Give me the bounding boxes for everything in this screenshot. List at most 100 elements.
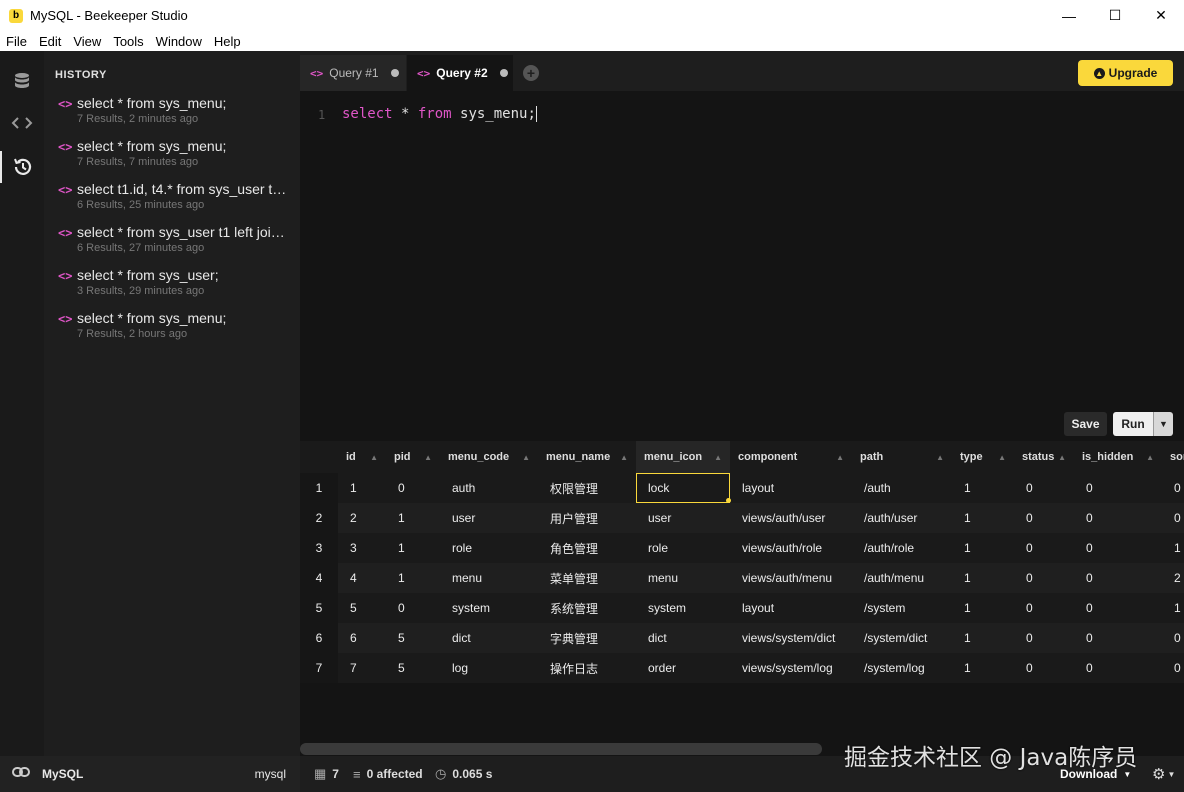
upgrade-button[interactable]: ▲ Upgrade — [1078, 60, 1173, 86]
table-cell[interactable]: order — [636, 653, 730, 683]
table-cell[interactable]: 操作日志 — [538, 653, 636, 683]
table-cell[interactable]: 1 — [952, 593, 1014, 623]
table-cell[interactable]: 1 — [338, 473, 386, 503]
table-cell[interactable]: 0 — [1162, 623, 1184, 653]
table-cell[interactable]: menu — [440, 563, 538, 593]
table-cell[interactable]: /auth/user — [852, 503, 952, 533]
sort-arrow-icon[interactable]: ▲ — [836, 453, 844, 462]
table-cell[interactable]: 0 — [1074, 473, 1162, 503]
history-item[interactable]: <> select * from sys_user t1 left join s… — [44, 222, 300, 265]
table-cell[interactable]: 0 — [1074, 503, 1162, 533]
sort-arrow-icon[interactable]: ▲ — [1058, 453, 1066, 462]
table-cell[interactable]: /auth — [852, 473, 952, 503]
table-cell[interactable]: 1 — [1162, 593, 1184, 623]
results-grid[interactable]: id ▲ pid ▲ menu_code ▲ menu_name ▲ menu_icon ▲ com… — [300, 441, 1184, 756]
table-cell[interactable]: 1 — [952, 623, 1014, 653]
table-cell[interactable]: 0 — [1074, 563, 1162, 593]
table-cell[interactable]: system — [636, 593, 730, 623]
history-icon[interactable] — [0, 151, 44, 183]
history-item[interactable]: <> select * from sys_menu; 7 Results, 2 … — [44, 308, 300, 351]
table-cell[interactable]: 2 — [1162, 563, 1184, 593]
table-cell[interactable]: lock — [636, 473, 730, 503]
tab-query-1[interactable]: <> Query #1 — [300, 55, 406, 91]
table-cell[interactable]: 5 — [338, 593, 386, 623]
sort-arrow-icon[interactable]: ▲ — [998, 453, 1006, 462]
menu-window[interactable]: Window — [150, 34, 208, 49]
table-cell[interactable]: 0 — [1074, 623, 1162, 653]
tab-query-2[interactable]: <> Query #2 — [407, 55, 513, 91]
table-cell[interactable]: 0 — [1074, 533, 1162, 563]
table-cell[interactable]: 0 — [1014, 473, 1074, 503]
table-cell[interactable]: 系统管理 — [538, 593, 636, 623]
sort-arrow-icon[interactable]: ▲ — [620, 453, 628, 462]
table-cell[interactable]: 1 — [952, 563, 1014, 593]
table-cell[interactable]: 0 — [386, 593, 440, 623]
table-cell[interactable]: views/system/dict — [730, 623, 852, 653]
table-cell[interactable]: layout — [730, 593, 852, 623]
table-cell[interactable]: 0 — [1074, 653, 1162, 683]
table-row[interactable]: 4 4 1 menu 菜单管理 menu views/auth/menu/auth/menu… — [300, 563, 1184, 593]
connection-bar[interactable]: MySQL mysql — [0, 756, 300, 792]
table-cell[interactable]: 6 — [338, 623, 386, 653]
table-cell[interactable]: role — [636, 533, 730, 563]
table-row[interactable]: 2 2 1 user 用户管理 user views/auth/user/auth/user… — [300, 503, 1184, 533]
table-cell[interactable]: 0 — [1074, 593, 1162, 623]
table-cell[interactable]: 0 — [1014, 623, 1074, 653]
table-cell[interactable]: system — [440, 593, 538, 623]
table-cell[interactable]: 权限管理 — [538, 473, 636, 503]
table-cell[interactable]: 0 — [1014, 593, 1074, 623]
code-icon[interactable] — [0, 107, 44, 139]
sql-editor[interactable]: 1 select * from sys_menu; Save Run ▼ — [300, 91, 1184, 441]
sort-arrow-icon[interactable]: ▲ — [522, 453, 530, 462]
menu-file[interactable]: File — [0, 34, 33, 49]
history-item[interactable]: <> select * from sys_menu; 7 Results, 2 … — [44, 93, 300, 136]
table-cell[interactable]: /system/dict — [852, 623, 952, 653]
table-cell[interactable]: 2 — [338, 503, 386, 533]
menu-tools[interactable]: Tools — [107, 34, 149, 49]
table-row[interactable]: 5 5 0 system 系统管理 system layout/system 1 0 0 1 — [300, 593, 1184, 623]
column-header-menu-icon[interactable]: menu_icon ▲ — [636, 441, 730, 473]
table-cell[interactable]: 5 — [386, 653, 440, 683]
sort-arrow-icon[interactable]: ▲ — [936, 453, 944, 462]
table-cell[interactable]: 字典管理 — [538, 623, 636, 653]
table-cell[interactable]: 1 — [952, 533, 1014, 563]
table-cell[interactable]: views/auth/role — [730, 533, 852, 563]
run-options-chevron-down-icon[interactable]: ▼ — [1153, 412, 1173, 436]
table-cell[interactable]: dict — [636, 623, 730, 653]
table-cell[interactable]: 4 — [338, 563, 386, 593]
database-icon[interactable] — [0, 65, 44, 97]
column-header-sor[interactable]: sor▲ — [1162, 441, 1184, 473]
table-row[interactable]: 1 1 0 auth 权限管理 lock layout/auth 1 0 0 0 — [300, 473, 1184, 503]
table-cell[interactable]: views/auth/menu — [730, 563, 852, 593]
table-cell[interactable]: 1 — [386, 563, 440, 593]
table-cell[interactable]: 3 — [338, 533, 386, 563]
menu-view[interactable]: View — [67, 34, 107, 49]
column-header-id[interactable]: id ▲ — [338, 441, 386, 473]
table-cell[interactable]: 0 — [1014, 533, 1074, 563]
history-item[interactable]: <> select * from sys_menu; 7 Results, 7 … — [44, 136, 300, 179]
table-cell[interactable]: 1 — [952, 503, 1014, 533]
settings-button[interactable]: ⚙ ▼ — [1152, 756, 1175, 792]
table-cell[interactable]: views/system/log — [730, 653, 852, 683]
column-header-status[interactable]: status ▲ — [1014, 441, 1074, 473]
table-row[interactable]: 7 7 5 log 操作日志 order views/system/log/system/l… — [300, 653, 1184, 683]
table-cell[interactable]: views/auth/user — [730, 503, 852, 533]
history-item[interactable]: <> select t1.id, t4.* from sys_user t1 l… — [44, 179, 300, 222]
save-button[interactable]: Save — [1064, 412, 1107, 436]
column-header-pid[interactable]: pid ▲ — [386, 441, 440, 473]
table-cell[interactable]: 0 — [1014, 503, 1074, 533]
table-cell[interactable]: layout — [730, 473, 852, 503]
column-header-type[interactable]: type ▲ — [952, 441, 1014, 473]
unsaved-dot-icon[interactable] — [499, 69, 508, 77]
sort-arrow-icon[interactable]: ▲ — [424, 453, 432, 462]
table-cell[interactable]: 1 — [386, 533, 440, 563]
table-cell[interactable]: 0 — [1014, 653, 1074, 683]
table-cell[interactable]: user — [636, 503, 730, 533]
table-cell[interactable]: 5 — [386, 623, 440, 653]
unsaved-dot-icon[interactable] — [390, 69, 399, 77]
run-button[interactable]: Run — [1113, 412, 1153, 436]
column-header-path[interactable]: path ▲ — [852, 441, 952, 473]
table-cell[interactable]: 0 — [386, 473, 440, 503]
table-cell[interactable]: auth — [440, 473, 538, 503]
table-cell[interactable]: 角色管理 — [538, 533, 636, 563]
